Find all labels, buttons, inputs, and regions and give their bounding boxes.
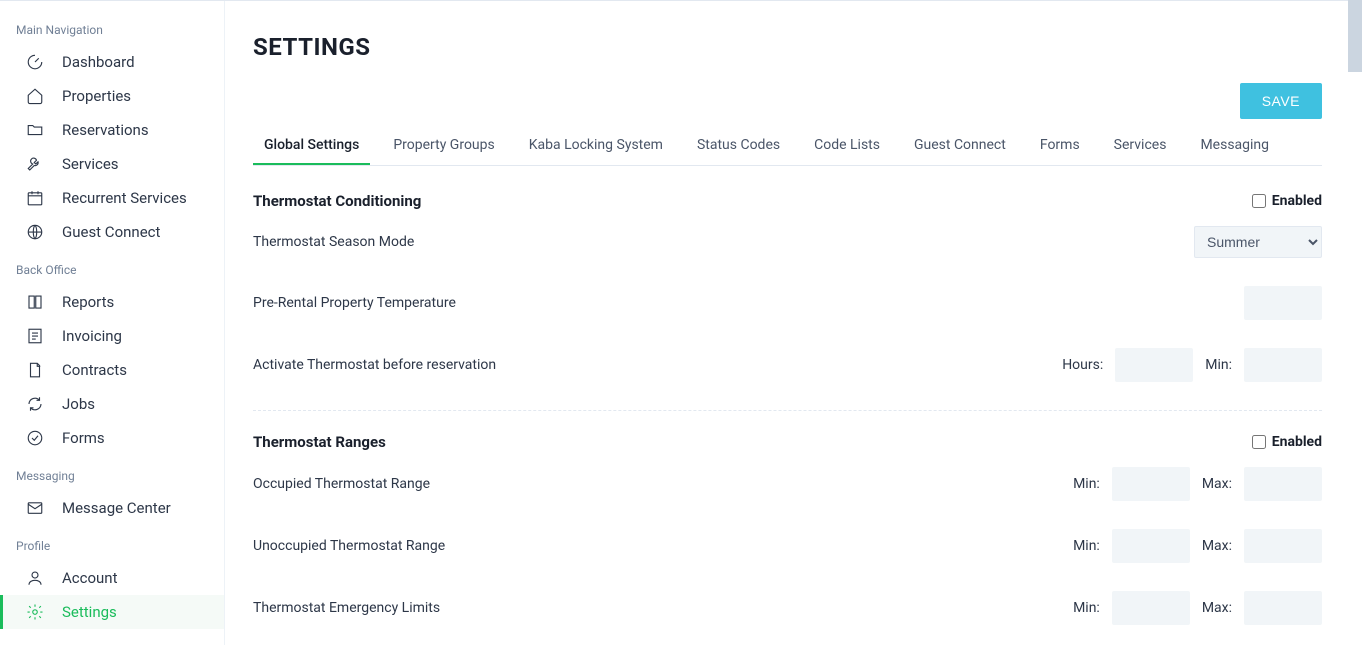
book-icon (26, 293, 44, 311)
sidebar-item-label: Settings (62, 603, 117, 621)
activate-thermostat-label: Activate Thermostat before reservation (253, 357, 496, 373)
thermostat-conditioning-enabled-checkbox[interactable] (1252, 194, 1266, 208)
sidebar-item-dashboard[interactable]: Dashboard (0, 45, 224, 79)
pre-rental-temp-input[interactable] (1244, 286, 1322, 320)
tab-messaging[interactable]: Messaging (1189, 127, 1280, 165)
max-label: Max: (1202, 538, 1232, 554)
home-icon (26, 87, 44, 105)
sidebar-item-contracts[interactable]: Contracts (0, 353, 224, 387)
sidebar-item-label: Guest Connect (62, 223, 160, 241)
max-label: Max: (1202, 476, 1232, 492)
min-label: Min: (1073, 476, 1100, 492)
sidebar-header-more: More (0, 629, 224, 645)
user-icon (26, 569, 44, 587)
pre-rental-temp-label: Pre-Rental Property Temperature (253, 295, 456, 311)
emergency-min-input[interactable] (1112, 591, 1190, 625)
sidebar-item-reservations[interactable]: Reservations (0, 113, 224, 147)
season-mode-select[interactable]: Summer (1194, 226, 1322, 258)
activate-hours-input[interactable] (1115, 348, 1193, 382)
occupied-min-input[interactable] (1112, 467, 1190, 501)
tab-property-groups[interactable]: Property Groups (382, 127, 505, 165)
receipt-icon (26, 327, 44, 345)
emergency-limits-label: Thermostat Emergency Limits (253, 600, 440, 616)
max-label: Max: (1202, 600, 1232, 616)
tab-global-settings[interactable]: Global Settings (253, 127, 370, 165)
sidebar-item-label: Recurrent Services (62, 189, 187, 207)
sidebar-header-messaging: Messaging (0, 455, 224, 491)
min-label: Min: (1073, 538, 1100, 554)
main-content: SETTINGS SAVE Global Settings Property G… (225, 1, 1362, 645)
sidebar-item-services[interactable]: Services (0, 147, 224, 181)
unoccupied-max-input[interactable] (1244, 529, 1322, 563)
occupied-max-input[interactable] (1244, 467, 1322, 501)
sidebar-item-label: Reservations (62, 121, 149, 139)
sidebar-item-label: Contracts (62, 361, 127, 379)
min-label: Min: (1205, 357, 1232, 373)
sidebar-item-label: Jobs (62, 395, 95, 413)
calendar-icon (26, 189, 44, 207)
sidebar: Main Navigation Dashboard Properties Res… (0, 1, 225, 645)
sidebar-item-jobs[interactable]: Jobs (0, 387, 224, 421)
sidebar-header-main: Main Navigation (0, 9, 224, 45)
sidebar-item-reports[interactable]: Reports (0, 285, 224, 319)
tab-guest-connect[interactable]: Guest Connect (903, 127, 1017, 165)
tab-code-lists[interactable]: Code Lists (803, 127, 891, 165)
sidebar-item-settings[interactable]: Settings (0, 595, 224, 629)
activate-min-input[interactable] (1244, 348, 1322, 382)
min-label: Min: (1073, 600, 1100, 616)
sidebar-item-invoicing[interactable]: Invoicing (0, 319, 224, 353)
sidebar-item-label: Forms (62, 429, 105, 447)
tabs: Global Settings Property Groups Kaba Loc… (253, 127, 1322, 166)
section-title-thermostat-conditioning: Thermostat Conditioning (253, 192, 421, 210)
sidebar-header-back-office: Back Office (0, 249, 224, 285)
sidebar-item-account[interactable]: Account (0, 561, 224, 595)
sidebar-item-label: Services (62, 155, 119, 173)
save-button[interactable]: SAVE (1240, 83, 1322, 119)
globe-icon (26, 223, 44, 241)
sidebar-item-forms[interactable]: Forms (0, 421, 224, 455)
sidebar-item-properties[interactable]: Properties (0, 79, 224, 113)
check-circle-icon (26, 429, 44, 447)
sidebar-item-recurrent-services[interactable]: Recurrent Services (0, 181, 224, 215)
tab-kaba-locking[interactable]: Kaba Locking System (518, 127, 674, 165)
enabled-label: Enabled (1272, 193, 1322, 209)
thermostat-ranges-enabled-checkbox[interactable] (1252, 435, 1266, 449)
sidebar-item-label: Invoicing (62, 327, 122, 345)
occupied-range-label: Occupied Thermostat Range (253, 476, 430, 492)
folder-icon (26, 121, 44, 139)
tab-status-codes[interactable]: Status Codes (686, 127, 791, 165)
sidebar-header-profile: Profile (0, 525, 224, 561)
enabled-label: Enabled (1272, 434, 1322, 450)
unoccupied-range-label: Unoccupied Thermostat Range (253, 538, 445, 554)
sidebar-item-label: Dashboard (62, 53, 135, 71)
wrench-icon (26, 155, 44, 173)
tab-services[interactable]: Services (1103, 127, 1178, 165)
hours-label: Hours: (1062, 357, 1103, 373)
section-title-thermostat-ranges: Thermostat Ranges (253, 433, 386, 451)
season-mode-label: Thermostat Season Mode (253, 234, 414, 250)
sidebar-item-label: Properties (62, 87, 131, 105)
sidebar-item-message-center[interactable]: Message Center (0, 491, 224, 525)
refresh-icon (26, 395, 44, 413)
mail-icon (26, 499, 44, 517)
page-title: SETTINGS (253, 33, 1322, 61)
sidebar-item-guest-connect[interactable]: Guest Connect (0, 215, 224, 249)
gear-icon (26, 603, 44, 621)
section-divider (253, 410, 1322, 411)
document-icon (26, 361, 44, 379)
sidebar-item-label: Message Center (62, 499, 171, 517)
sidebar-item-label: Reports (62, 293, 114, 311)
tab-forms[interactable]: Forms (1029, 127, 1091, 165)
gauge-icon (26, 53, 44, 71)
scrollbar-thumb[interactable] (1348, 0, 1362, 72)
unoccupied-min-input[interactable] (1112, 529, 1190, 563)
sidebar-item-label: Account (62, 569, 118, 587)
emergency-max-input[interactable] (1244, 591, 1322, 625)
